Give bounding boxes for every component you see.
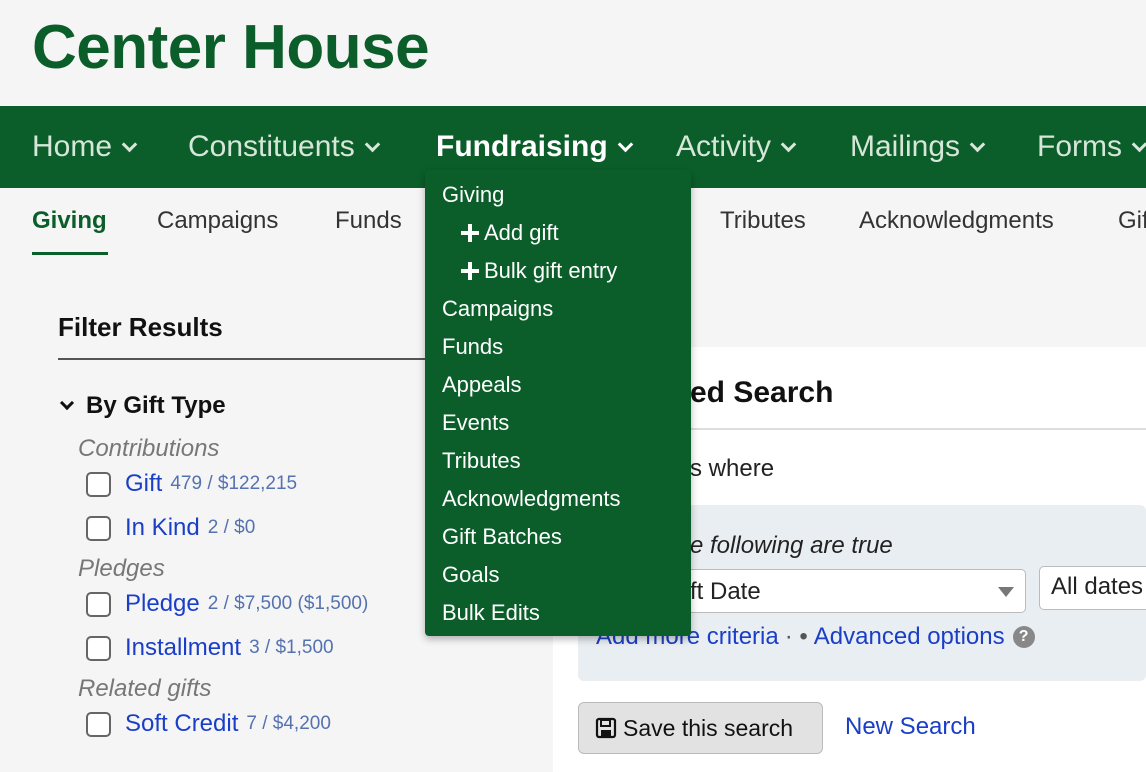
menu-item-bulk-edits[interactable]: Bulk Edits <box>442 600 540 626</box>
filter-title: Filter Results <box>58 312 223 342</box>
filter-option-count: 7 / $4,200 <box>246 713 331 734</box>
filter-option[interactable]: Pledge 2 / $7,500 ($1,500) <box>86 590 368 618</box>
active-tab-indicator <box>32 252 108 255</box>
menu-item-giving[interactable]: Giving <box>442 182 504 208</box>
menu-item-campaigns[interactable]: Campaigns <box>442 296 553 322</box>
nav-activity-label: Activity <box>676 130 772 163</box>
nav-mailings[interactable]: Mailings <box>850 106 986 188</box>
menu-item-tributes[interactable]: Tributes <box>442 448 521 474</box>
category-label: Related gifts <box>78 675 212 702</box>
menu-item-label: Add gift <box>484 220 559 245</box>
menu-item-events[interactable]: Events <box>442 410 509 436</box>
checkbox[interactable] <box>86 591 111 617</box>
tab-acknowledgments[interactable]: Acknowledgments <box>859 207 1054 235</box>
menu-item-funds[interactable]: Funds <box>442 334 503 360</box>
save-search-button[interactable]: Save this search <box>578 702 823 754</box>
checkbox[interactable] <box>86 515 111 541</box>
menu-item-bulk-gift-entry[interactable]: Bulk gift entry <box>461 258 617 284</box>
category-label: Pledges <box>78 555 165 582</box>
menu-item-add-gift[interactable]: Add gift <box>461 220 559 246</box>
search-title: ed Search <box>690 376 834 409</box>
tab-funds[interactable]: Funds <box>335 207 402 235</box>
criteria-field-value: ft Date <box>690 578 761 605</box>
filter-option-count: 479 / $122,215 <box>170 473 298 494</box>
nav-activity[interactable]: Activity <box>676 106 797 188</box>
chevron-down-icon <box>780 136 797 152</box>
chevron-down-icon <box>364 136 381 152</box>
filter-option[interactable]: Installment 3 / $1,500 <box>86 634 334 662</box>
menu-item-goals[interactable]: Goals <box>442 562 499 588</box>
nav-home[interactable]: Home <box>32 106 138 188</box>
menu-item-label: Bulk gift entry <box>484 258 618 283</box>
date-range-select[interactable]: All dates <box>1039 566 1146 610</box>
filter-option-link[interactable]: Gift <box>125 470 162 498</box>
checkbox[interactable] <box>86 711 111 737</box>
filter-group-label: By Gift Type <box>86 392 226 419</box>
tab-gift[interactable]: Gift <box>1118 207 1146 235</box>
chevron-down-icon <box>969 136 986 152</box>
filter-group-toggle[interactable]: By Gift Type <box>58 392 226 420</box>
nav-constituents-label: Constituents <box>188 130 355 163</box>
filter-option[interactable]: In Kind 2 / $0 <box>86 514 255 542</box>
match-condition-text: e following are true <box>690 532 893 559</box>
plus-icon <box>461 224 479 242</box>
filter-option-link[interactable]: Installment <box>125 634 241 662</box>
filter-option-link[interactable]: In Kind <box>125 514 200 542</box>
chevron-down-icon <box>1131 136 1146 152</box>
filter-option-link[interactable]: Soft Credit <box>125 710 238 738</box>
nav-constituents[interactable]: Constituents <box>188 106 381 188</box>
filter-option-count: 3 / $1,500 <box>249 637 334 658</box>
save-search-label: Save this search <box>623 714 794 741</box>
tab-campaigns[interactable]: Campaigns <box>157 207 278 235</box>
help-icon[interactable]: ? <box>1012 626 1035 648</box>
divider <box>690 428 1146 430</box>
menu-item-acknowledgments[interactable]: Acknowledgments <box>442 486 621 512</box>
caret-down-icon <box>998 587 1014 597</box>
nav-mailings-label: Mailings <box>850 130 961 163</box>
search-where-text: s where <box>690 455 775 482</box>
filter-option[interactable]: Soft Credit 7 / $4,200 <box>86 710 331 738</box>
menu-item-appeals[interactable]: Appeals <box>442 372 522 398</box>
category-label: Contributions <box>78 435 220 462</box>
fundraising-dropdown-menu: Giving Add gift Bulk gift entry Campaign… <box>425 170 691 636</box>
tab-tributes[interactable]: Tributes <box>720 207 806 235</box>
chevron-down-icon <box>59 395 75 411</box>
filter-option-link[interactable]: Pledge <box>125 590 200 618</box>
separator: · • <box>784 623 808 650</box>
chevron-down-icon <box>617 136 633 152</box>
filter-option-count: 2 / $7,500 ($1,500) <box>207 593 369 614</box>
menu-item-gift-batches[interactable]: Gift Batches <box>442 524 562 550</box>
nav-forms[interactable]: Forms <box>1037 106 1146 188</box>
floppy-disk-icon <box>595 717 617 739</box>
advanced-options-link[interactable]: Advanced options <box>814 623 1005 651</box>
filter-option-count: 2 / $0 <box>207 517 256 538</box>
nav-forms-label: Forms <box>1037 130 1122 163</box>
tab-giving[interactable]: Giving <box>32 207 107 235</box>
checkbox[interactable] <box>86 635 111 661</box>
new-search-link[interactable]: New Search <box>845 713 976 741</box>
nav-home-label: Home <box>32 130 113 163</box>
nav-fundraising-label: Fundraising <box>436 130 608 163</box>
divider <box>58 358 438 360</box>
checkbox[interactable] <box>86 471 111 497</box>
site-title: Center House <box>32 13 430 82</box>
filter-option[interactable]: Gift 479 / $122,215 <box>86 470 297 498</box>
chevron-down-icon <box>121 136 138 152</box>
plus-icon <box>461 262 479 280</box>
